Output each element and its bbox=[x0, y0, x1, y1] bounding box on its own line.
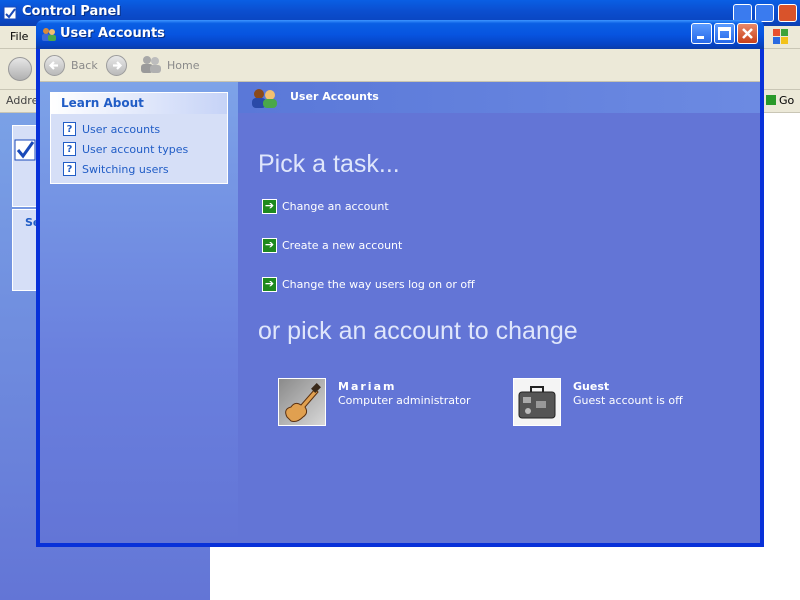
learn-item-label: User accounts bbox=[82, 122, 161, 136]
user-accounts-icon bbox=[41, 26, 57, 42]
account-description: Computer administrator bbox=[338, 394, 471, 407]
account-guest[interactable]: Guest Guest account is off bbox=[513, 378, 713, 428]
suitcase-picture bbox=[513, 378, 561, 426]
task-create-account[interactable]: ➔ Create a new account bbox=[262, 237, 402, 253]
go-arrow-icon bbox=[766, 95, 776, 105]
window-title: User Accounts bbox=[60, 26, 165, 41]
control-panel-title: Control Panel bbox=[22, 4, 121, 19]
control-panel-icon bbox=[3, 5, 17, 20]
task-label: Change the way users log on or off bbox=[282, 277, 475, 291]
learn-item-switching-users[interactable]: ? Switching users bbox=[63, 161, 169, 177]
learn-item-user-accounts[interactable]: ? User accounts bbox=[63, 121, 160, 137]
task-change-logon[interactable]: ➔ Change the way users log on or off bbox=[262, 276, 475, 292]
user-accounts-window: User Accounts Back Home Learn About ? Us… bbox=[36, 20, 764, 547]
task-pane: Learn About ? User accounts ? User accou… bbox=[40, 82, 238, 543]
account-name: Mariam bbox=[338, 380, 397, 393]
task-change-account[interactable]: ➔ Change an account bbox=[262, 198, 389, 214]
maximize-button[interactable] bbox=[714, 23, 735, 44]
help-icon: ? bbox=[63, 162, 76, 176]
go-button[interactable]: Go bbox=[766, 92, 796, 110]
account-name: Guest bbox=[573, 380, 610, 393]
learn-item-label: Switching users bbox=[82, 162, 169, 176]
task-label: Create a new account bbox=[282, 238, 403, 252]
account-mariam[interactable]: Mariam Computer administrator bbox=[278, 378, 478, 428]
banner-title: User Accounts bbox=[290, 90, 379, 103]
navigation-bar: Back Home bbox=[40, 49, 760, 82]
learn-about-title: Learn About bbox=[51, 93, 227, 114]
home-button[interactable]: Home bbox=[140, 53, 199, 77]
address-label: Addre bbox=[6, 94, 39, 107]
pick-task-heading: Pick a task... bbox=[258, 150, 400, 178]
forward-arrow-icon bbox=[106, 54, 127, 76]
back-label: Back bbox=[71, 58, 98, 72]
bg-close-button[interactable] bbox=[778, 4, 797, 22]
main-pane: User Accounts Pick a task... ➔ Change an… bbox=[238, 82, 760, 543]
forward-button[interactable] bbox=[106, 53, 127, 77]
green-arrow-icon: ➔ bbox=[262, 198, 277, 214]
close-button[interactable] bbox=[737, 23, 758, 44]
green-arrow-icon: ➔ bbox=[262, 276, 277, 292]
back-arrow-icon bbox=[44, 54, 65, 76]
user-accounts-banner-icon bbox=[250, 87, 280, 109]
guitar-picture bbox=[278, 378, 326, 426]
menu-file[interactable]: File bbox=[10, 30, 28, 43]
titlebar[interactable]: User Accounts bbox=[36, 20, 764, 49]
learn-item-user-account-types[interactable]: ? User account types bbox=[63, 141, 188, 157]
home-label: Home bbox=[167, 58, 200, 72]
back-button[interactable]: Back bbox=[44, 53, 98, 77]
learn-item-label: User account types bbox=[82, 142, 189, 156]
home-users-icon bbox=[140, 54, 162, 77]
bg-back-icon[interactable] bbox=[8, 57, 32, 81]
green-arrow-icon: ➔ bbox=[262, 237, 277, 253]
windows-logo-icon bbox=[770, 26, 792, 48]
learn-about-box: Learn About ? User accounts ? User accou… bbox=[50, 92, 228, 184]
account-description: Guest account is off bbox=[573, 394, 683, 407]
window-content: Learn About ? User accounts ? User accou… bbox=[40, 82, 760, 543]
go-label: Go bbox=[779, 94, 795, 107]
task-label: Change an account bbox=[282, 199, 389, 213]
pick-account-heading: or pick an account to change bbox=[258, 317, 578, 345]
minimize-button[interactable] bbox=[691, 23, 712, 44]
help-icon: ? bbox=[63, 142, 76, 156]
help-icon: ? bbox=[63, 122, 76, 136]
header-banner: User Accounts bbox=[238, 82, 760, 113]
